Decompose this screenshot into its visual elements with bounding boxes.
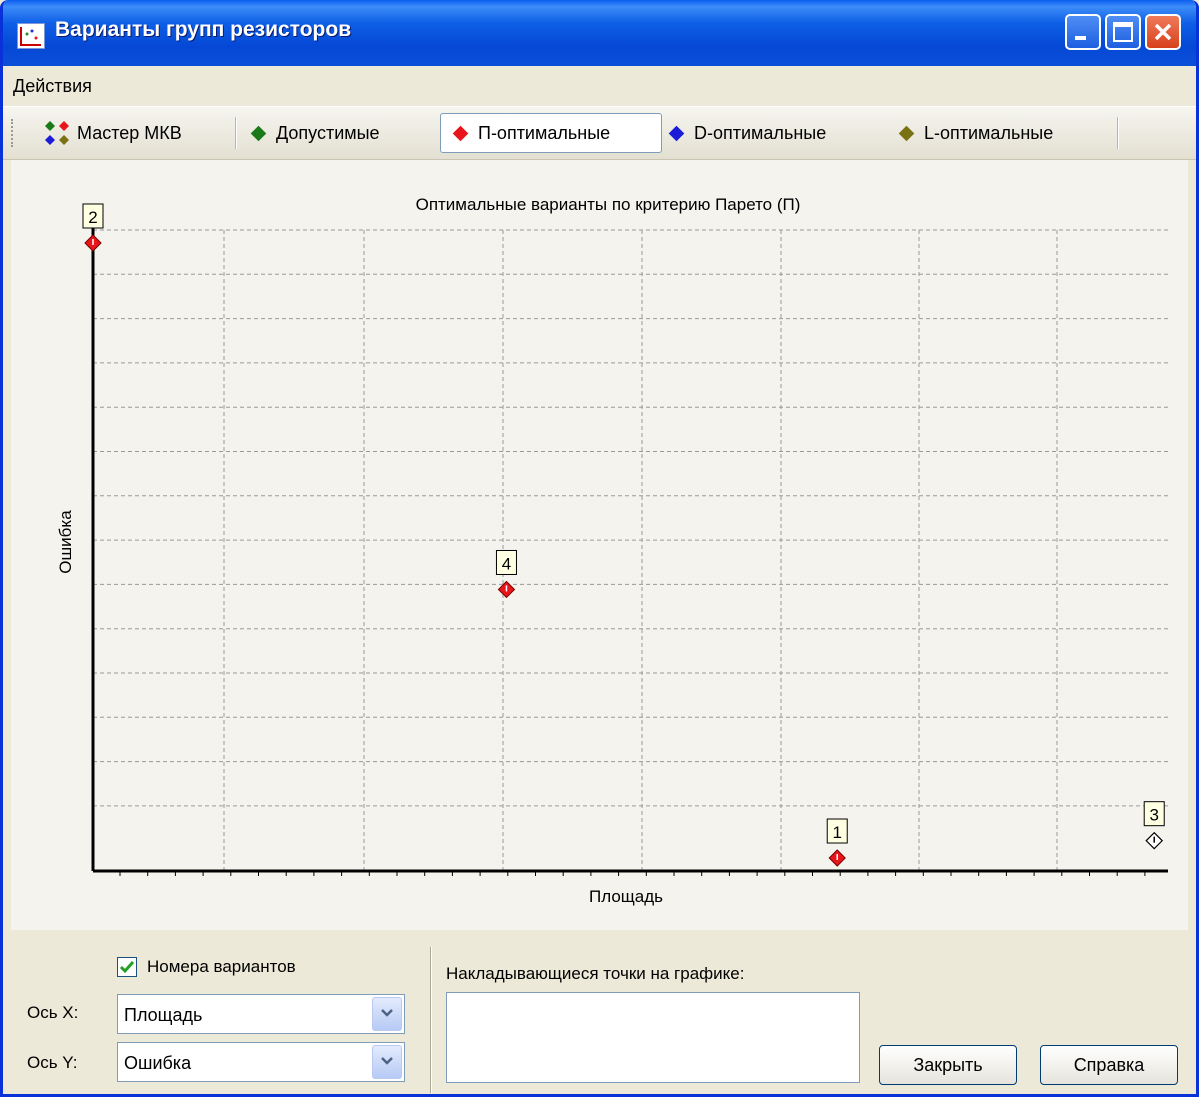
minimize-button[interactable] [1065, 14, 1101, 50]
close-window-button[interactable] [1145, 14, 1181, 50]
filter-d-optimal-button[interactable]: D-оптимальные [665, 113, 826, 153]
data-point[interactable]: 2 [82, 203, 104, 252]
chevron-down-icon[interactable] [372, 997, 402, 1031]
bottom-panel: Номера вариантов Ось X: Площадь Ось Y: О… [3, 931, 1196, 1094]
overlap-points-list[interactable] [446, 992, 860, 1083]
data-point[interactable]: 3 [1143, 801, 1165, 850]
chart-app-icon [17, 23, 45, 49]
x-axis-select[interactable]: Площадь [117, 994, 405, 1034]
close-button[interactable]: Закрыть [879, 1045, 1017, 1085]
window-title: Варианты групп резисторов [55, 18, 352, 41]
green-diamond-icon [250, 125, 267, 141]
mkv-wizard-label: Мастер МКВ [77, 122, 182, 143]
maximize-button[interactable] [1105, 14, 1141, 50]
point-label: 2 [88, 208, 97, 227]
y-axis-select-value: Ошибка [124, 1053, 192, 1073]
filter-admissible-button[interactable]: Допустимые [247, 113, 380, 153]
blue-diamond-icon [668, 125, 685, 141]
point-label: 1 [832, 823, 841, 842]
chart-grid [93, 229, 1168, 871]
x-axis-select-label: Ось X: [27, 1003, 79, 1022]
menu-actions[interactable]: Действия [13, 76, 92, 97]
y-axis-label: Ошибка [56, 510, 75, 574]
red-diamond-icon [452, 125, 469, 141]
chart-points: 2 4 1 3 [82, 203, 1165, 867]
show-numbers-checkbox[interactable] [117, 957, 137, 977]
panel-divider [430, 947, 432, 1093]
filter-pareto-label: П-оптимальные [478, 122, 611, 143]
scatter-chart: Оптимальные варианты по критерию Парето … [56, 195, 1168, 906]
help-button[interactable]: Справка [1040, 1045, 1178, 1085]
toolbar-separator [235, 117, 237, 149]
y-axis-select[interactable]: Ошибка [117, 1042, 405, 1082]
chart-area: Оптимальные варианты по критерию Парето … [11, 160, 1188, 930]
filter-admissible-label: Допустимые [276, 122, 380, 143]
point-label: 4 [502, 554, 511, 573]
point-label: 3 [1149, 806, 1158, 825]
overlap-label: Накладывающиеся точки на графике: [446, 964, 745, 983]
toolbar: Мастер МКВ Допустимые П-оптимальные D-оп… [3, 107, 1196, 160]
checkmark-icon [119, 961, 135, 974]
filter-d-optimal-label: D-оптимальные [694, 122, 827, 143]
app-window: Варианты групп резисторов Действия Масте… [0, 0, 1199, 1097]
y-axis-select-label: Ось Y: [27, 1053, 78, 1072]
data-point[interactable]: 4 [495, 549, 517, 599]
show-numbers-label: Номера вариантов [147, 957, 296, 976]
menu-bar: Действия [3, 66, 1196, 107]
chevron-down-icon[interactable] [372, 1045, 402, 1079]
data-point[interactable]: 1 [826, 818, 848, 867]
mkv-wizard-icon [43, 119, 71, 147]
x-axis-select-value: Площадь [124, 1005, 203, 1025]
chart-title: Оптимальные варианты по критерию Парето … [416, 195, 801, 214]
toolbar-grip[interactable] [11, 119, 16, 147]
mkv-wizard-button[interactable]: Мастер МКВ [25, 113, 182, 153]
filter-l-optimal-label: L-оптимальные [924, 122, 1054, 143]
chart-axes [91, 228, 1168, 876]
toolbar-separator [1117, 117, 1119, 149]
x-axis-label: Площадь [589, 887, 663, 906]
olive-diamond-icon [898, 125, 915, 141]
filter-pareto-button[interactable]: П-оптимальные [440, 113, 662, 153]
title-bar[interactable]: Варианты групп резисторов [3, 0, 1196, 66]
filter-l-optimal-button[interactable]: L-оптимальные [895, 113, 1053, 153]
